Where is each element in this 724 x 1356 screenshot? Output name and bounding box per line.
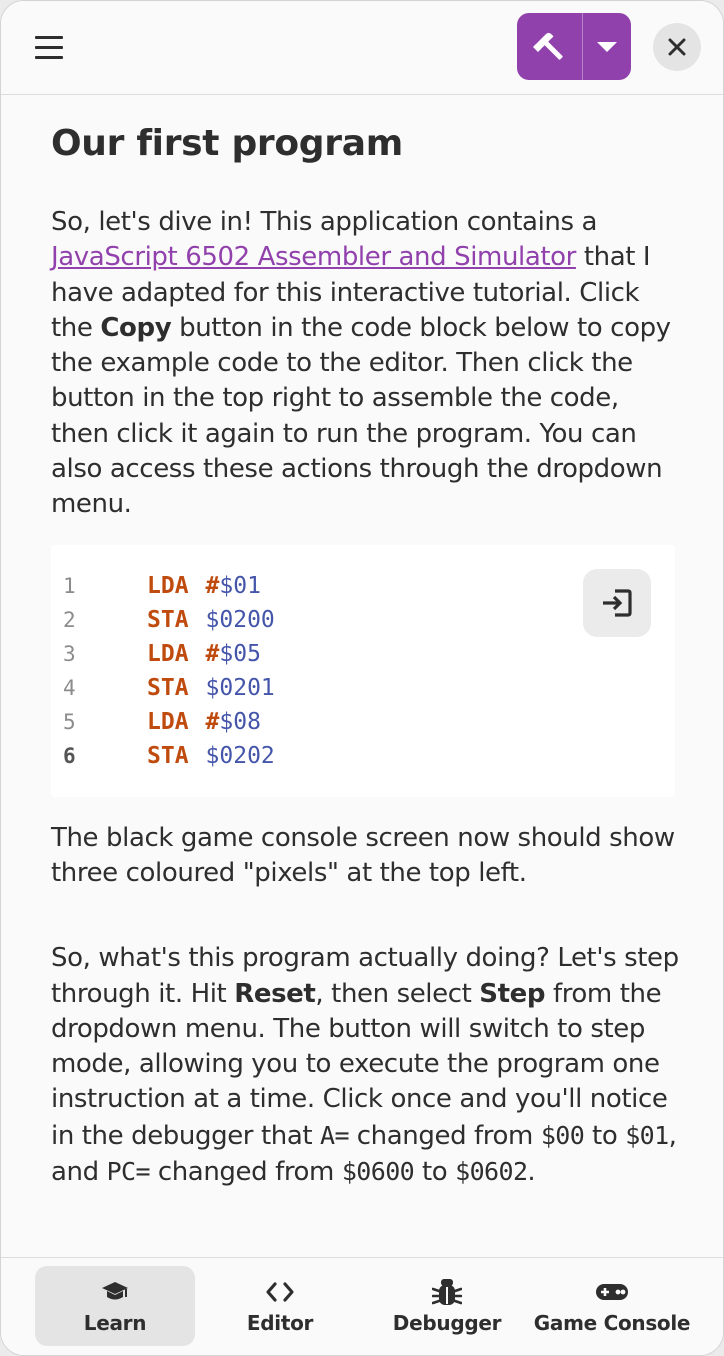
bug-icon — [432, 1279, 462, 1305]
run-split-button — [517, 13, 631, 80]
code-line: 3 LDA # $05 — [63, 640, 261, 667]
close-button[interactable] — [653, 23, 701, 71]
bottom-navigation: Learn Editor Debugger Game Console — [1, 1257, 723, 1355]
simulator-link[interactable]: JavaScript 6502 Assembler and Simulator — [51, 242, 576, 272]
header-bar — [1, 1, 723, 95]
code-line: 1 LDA # $01 — [63, 572, 261, 599]
gamepad-icon — [596, 1284, 628, 1300]
nav-debugger[interactable]: Debugger — [373, 1266, 521, 1346]
nav-editor[interactable]: Editor — [205, 1266, 355, 1346]
code-line: 2 STA $0200 — [63, 606, 275, 633]
tutorial-content: Our first program So, let's dive in! Thi… — [51, 119, 681, 1190]
graduation-cap-icon — [102, 1282, 128, 1300]
run-dropdown-button[interactable] — [583, 13, 631, 80]
main-menu-button[interactable] — [25, 27, 73, 67]
nav-learn[interactable]: Learn — [35, 1266, 195, 1346]
copy-button[interactable] — [583, 568, 651, 637]
nav-game-console[interactable]: Game Console — [533, 1266, 691, 1346]
page-title: Our first program — [51, 123, 403, 164]
code-line: 6 STA $0202 — [63, 742, 275, 769]
app-window: Our first program So, let's dive in! Thi… — [0, 0, 724, 1356]
intro-paragraph: So, let's dive in! This application cont… — [51, 207, 671, 520]
hammer-icon — [532, 32, 563, 60]
chevron-down-icon — [597, 41, 617, 52]
code-block: 1 LDA # $01 2 STA $0200 3 LDA # $05 4 ST… — [51, 544, 675, 797]
code-line: 4 STA $0201 — [63, 674, 275, 701]
step-paragraph: So, what's this program actually doing? … — [51, 943, 679, 1188]
result-paragraph: The black game console screen now should… — [51, 822, 675, 888]
hamburger-menu-icon — [35, 35, 63, 39]
copy-to-editor-icon — [603, 589, 632, 617]
close-icon — [668, 38, 686, 56]
code-brackets-icon — [266, 1282, 294, 1302]
assemble-button[interactable] — [517, 13, 583, 80]
code-line: 5 LDA # $08 — [63, 708, 261, 735]
